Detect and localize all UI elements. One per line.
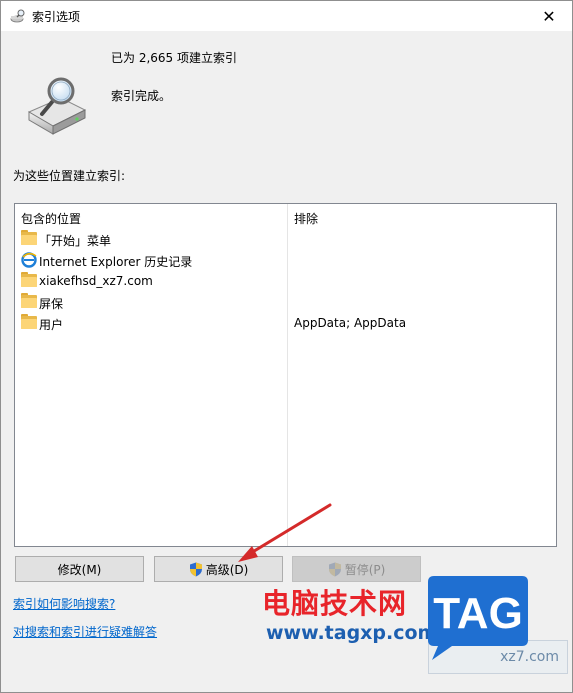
tag-logo-icon: TAG	[428, 576, 528, 660]
close-icon: ✕	[542, 6, 556, 26]
indexing-drive-magnifier-icon	[27, 77, 87, 135]
location-name: 屏保	[39, 297, 64, 311]
svg-text:TAG: TAG	[433, 589, 523, 638]
troubleshoot-search-indexing-link[interactable]: 对搜索和索引进行疑难解答	[13, 623, 157, 640]
list-item[interactable]: xiakefhsd_xz7.com	[21, 271, 551, 292]
uac-shield-icon	[328, 562, 341, 576]
folder-icon	[21, 293, 37, 310]
indexing-status-text: 索引完成。	[111, 89, 172, 103]
title-bar: 索引选项 ✕	[1, 1, 572, 31]
advanced-button[interactable]: 高级(D)	[154, 556, 283, 582]
advanced-button-label: 高级(D)	[205, 562, 249, 577]
list-item[interactable]: 用户 AppData; AppData	[21, 313, 551, 334]
indexed-count-text: 已为 2,665 项建立索引	[111, 51, 237, 65]
location-exclude: AppData; AppData	[294, 316, 407, 330]
close-button[interactable]: ✕	[526, 1, 572, 31]
folder-icon	[21, 272, 37, 289]
locations-section-label: 为这些位置建立索引:	[13, 169, 126, 183]
how-indexing-affects-search-link[interactable]: 索引如何影响搜索?	[13, 595, 115, 612]
indexing-options-icon	[10, 9, 25, 23]
modify-button-label: 修改(M)	[57, 562, 102, 577]
location-name: 「开始」菜单	[39, 234, 112, 248]
location-name: 用户	[39, 318, 64, 332]
column-header-exclude[interactable]: 排除	[294, 210, 318, 227]
column-header-included-locations[interactable]: 包含的位置	[21, 210, 81, 227]
list-item[interactable]: Internet Explorer 历史记录	[21, 250, 551, 271]
modify-button[interactable]: 修改(M)	[15, 556, 144, 582]
watermark-site-url: www.tagxp.com	[266, 622, 438, 644]
window-title: 索引选项	[32, 10, 81, 24]
internet-explorer-icon	[21, 252, 37, 268]
indexed-locations-list[interactable]: 包含的位置 排除 「开始」菜单 Internet Explorer 历史记录 x	[14, 203, 557, 547]
list-item[interactable]: 「开始」菜单	[21, 229, 551, 250]
location-name: Internet Explorer 历史记录	[39, 255, 193, 269]
list-item[interactable]: 屏保	[21, 292, 551, 313]
watermark-site-name: 电脑技术网	[262, 587, 408, 620]
pause-button-label: 暂停(P)	[344, 562, 386, 577]
folder-icon	[21, 314, 37, 331]
location-name: xiakefhsd_xz7.com	[39, 274, 153, 288]
uac-shield-icon	[189, 562, 202, 576]
folder-icon	[21, 230, 37, 247]
pause-button[interactable]: 暂停(P)	[292, 556, 421, 582]
